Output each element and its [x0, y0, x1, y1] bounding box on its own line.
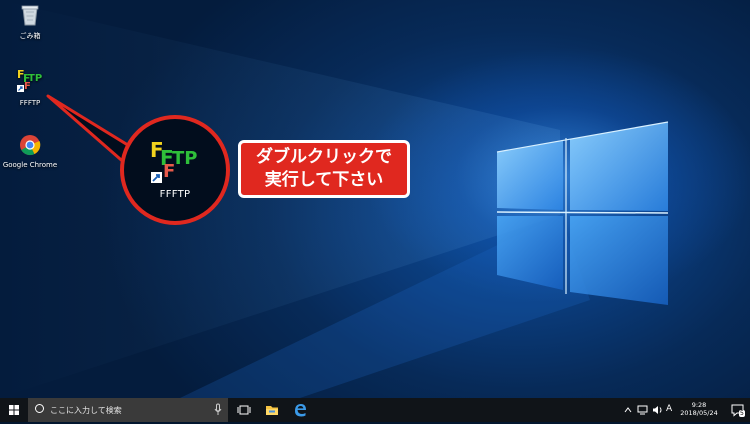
chrome-shortcut[interactable]: Google Chrome	[1, 134, 59, 170]
clock[interactable]: 9:28 2018/05/24	[676, 401, 722, 417]
file-explorer-button[interactable]	[258, 398, 286, 422]
instruction-note: ダブルクリックで 実行して下さい	[238, 140, 410, 198]
desktop: ごみ箱 F F TP F FFFTP Google Chrome F F TP …	[0, 0, 750, 398]
edge-icon	[295, 404, 306, 417]
ffftp-icon: F F TP F	[17, 68, 42, 92]
instruction-line-2: 実行して下さい	[264, 170, 384, 190]
search-placeholder: ここに入力して検索	[50, 406, 122, 415]
svg-text:F: F	[24, 81, 31, 92]
svg-text:TP: TP	[172, 148, 197, 169]
system-tray[interactable]	[622, 398, 666, 422]
microphone-icon[interactable]	[214, 403, 222, 416]
notification-icon	[731, 404, 744, 417]
cortana-icon	[35, 404, 44, 413]
search-box[interactable]: ここに入力して検索	[28, 398, 228, 422]
ffftp-icon-enlarged: F F TP F	[150, 139, 197, 183]
callout-magnifier: F F TP F FFFTP	[120, 115, 230, 225]
svg-text:F: F	[163, 161, 175, 182]
chevron-up-icon	[624, 407, 632, 413]
folder-icon	[266, 406, 278, 415]
taskbar: ここに入力して検索 A 9:28 2018/05/24 5	[0, 398, 750, 422]
volume-icon	[653, 406, 662, 414]
ffftp-shortcut[interactable]: F F TP F FFFTP	[1, 68, 59, 108]
notification-count: 5	[739, 410, 745, 417]
start-button[interactable]	[0, 398, 28, 422]
instruction-line-1: ダブルクリックで	[256, 147, 392, 167]
edge-browser-button[interactable]	[286, 398, 314, 422]
recycle-bin-shortcut[interactable]: ごみ箱	[1, 3, 59, 41]
action-center-button[interactable]: 5	[726, 398, 750, 422]
chrome-label: Google Chrome	[2, 161, 58, 169]
task-view-icon	[237, 405, 251, 415]
clock-time: 9:28	[691, 401, 707, 409]
windows-logo-icon	[9, 405, 19, 415]
task-view-button[interactable]	[230, 398, 258, 422]
recycle-bin-icon	[21, 5, 39, 26]
clock-date: 2018/05/24	[680, 409, 718, 417]
windows-wallpaper	[0, 0, 669, 398]
callout-icon-label: FFFTP	[159, 189, 191, 200]
ffftp-label: FFFTP	[19, 99, 41, 107]
chrome-icon	[20, 135, 41, 156]
ime-indicator[interactable]: A	[666, 404, 672, 414]
recycle-bin-label: ごみ箱	[19, 32, 41, 40]
network-icon	[637, 405, 648, 415]
